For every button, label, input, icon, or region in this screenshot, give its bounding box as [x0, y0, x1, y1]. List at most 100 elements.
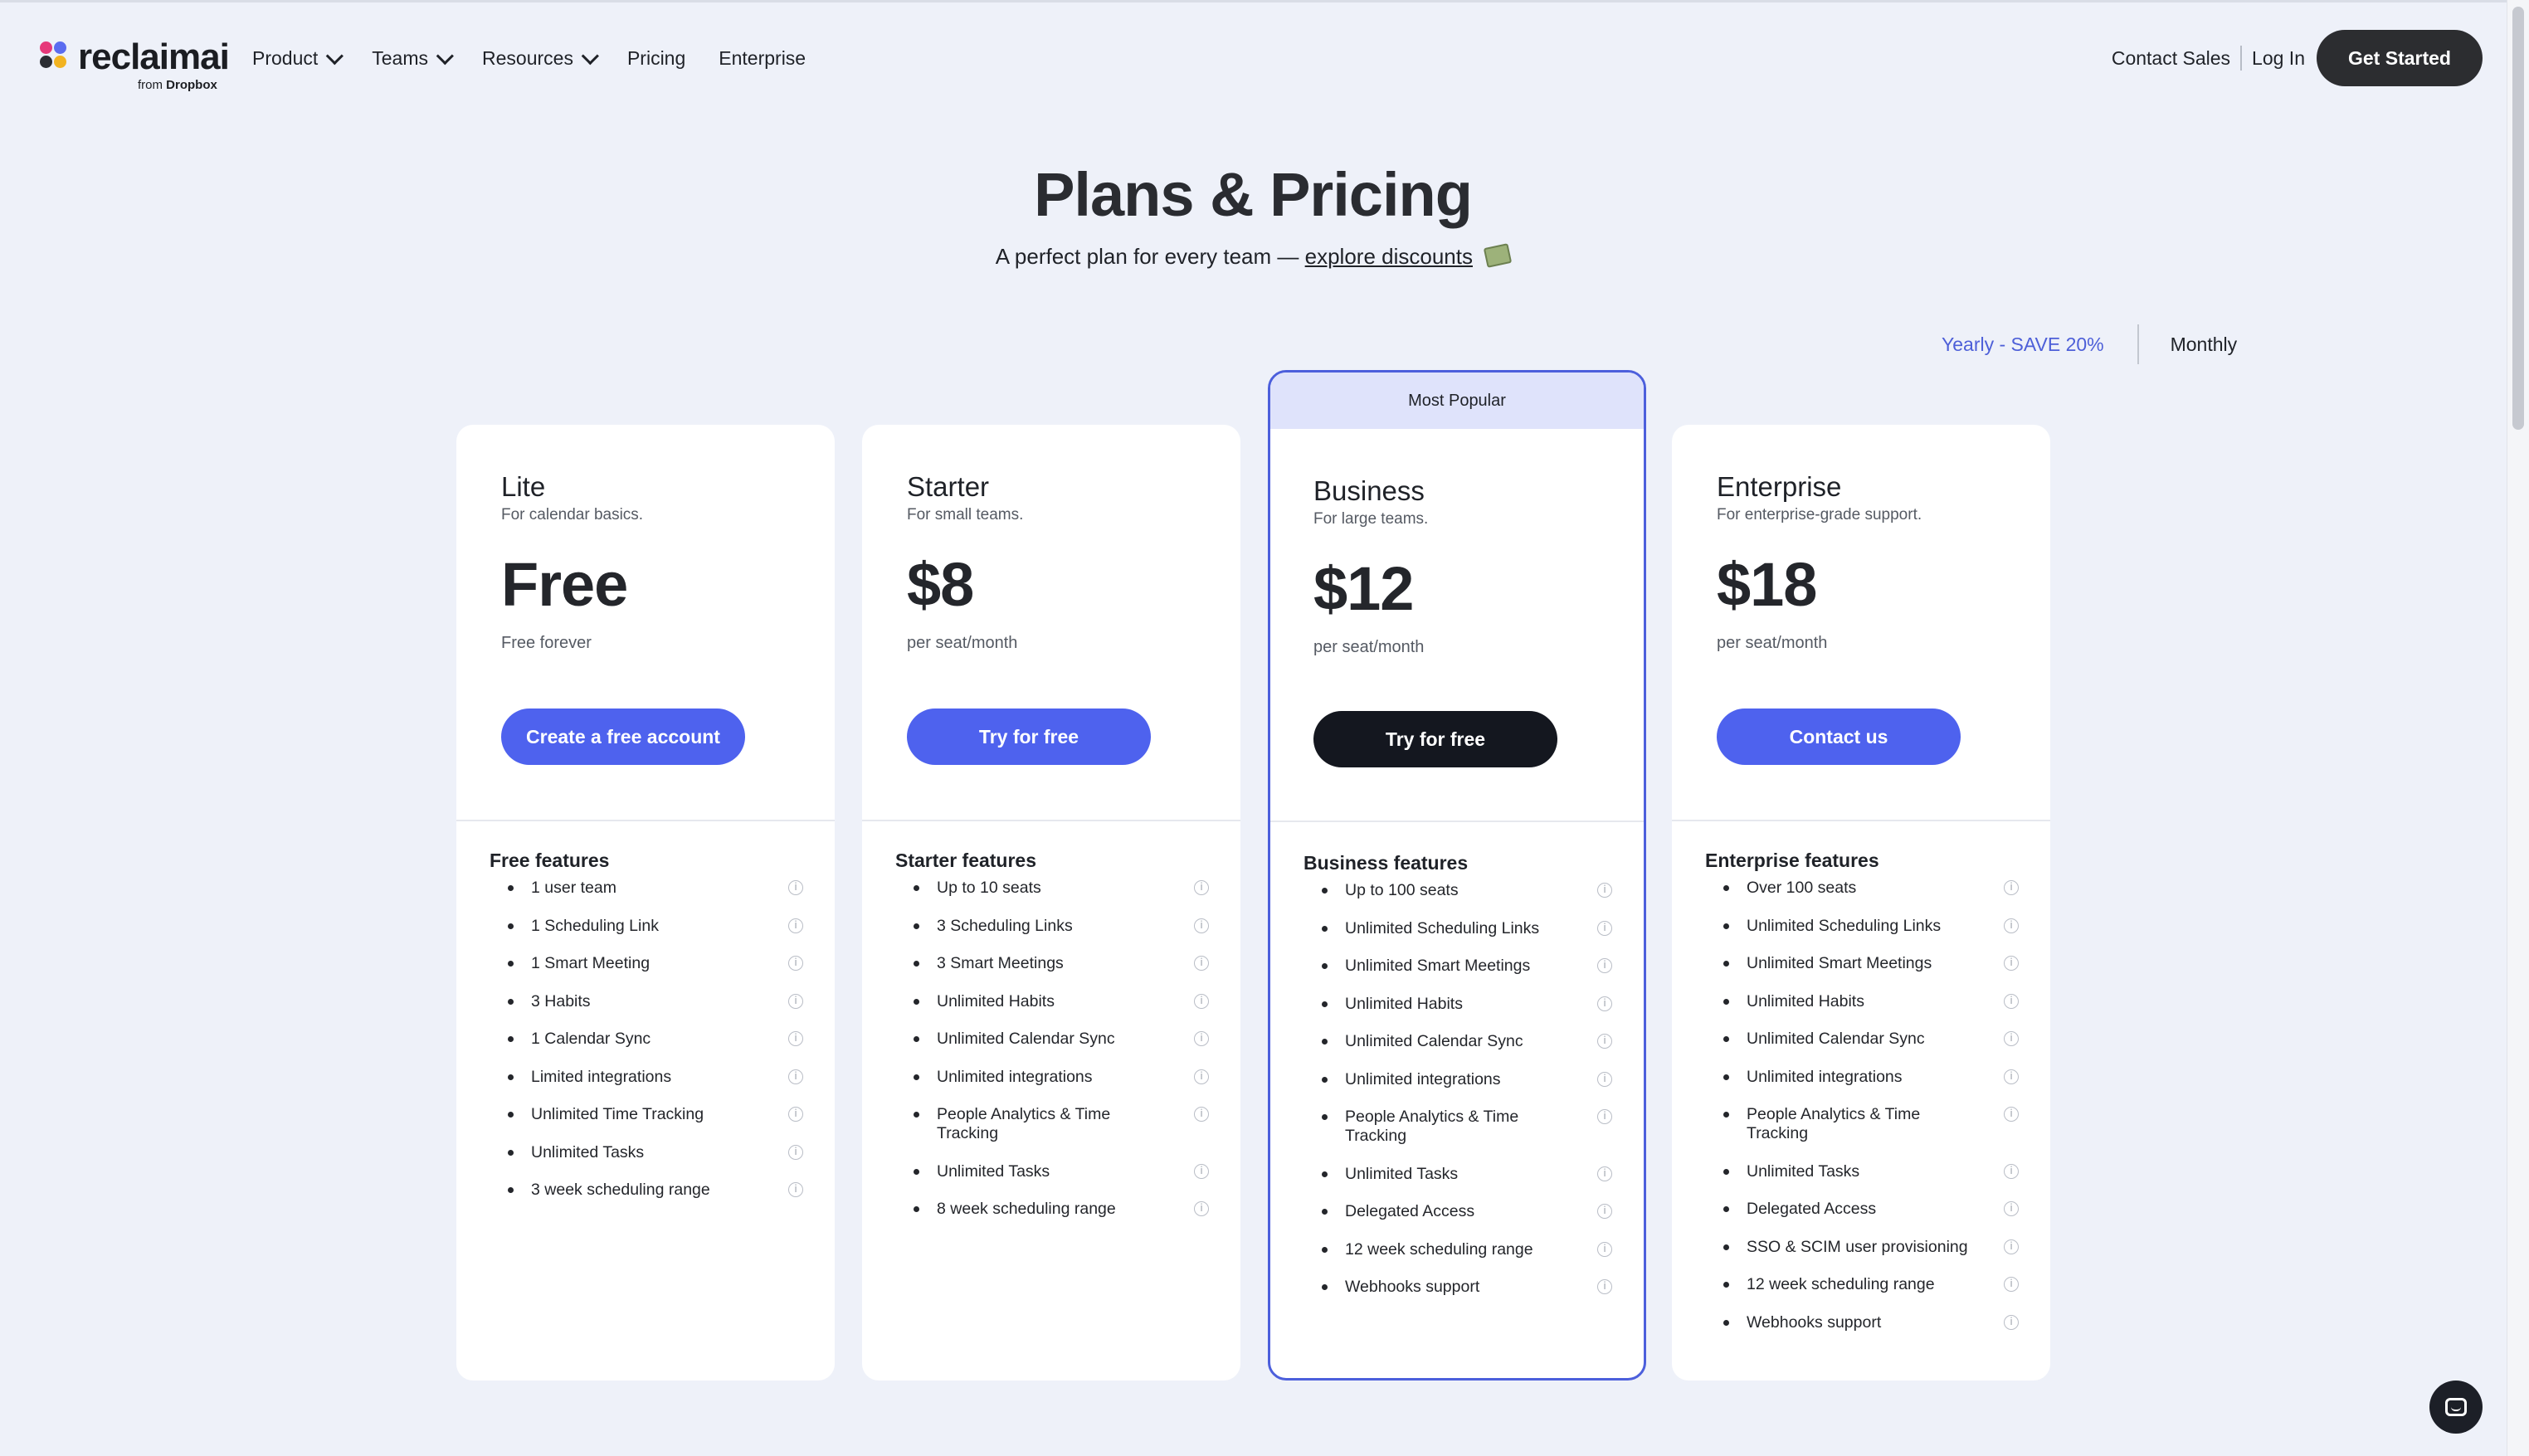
logo-sub-brand: Dropbox: [166, 78, 217, 92]
info-icon[interactable]: i: [2004, 993, 2019, 1009]
logo-subtitle: from Dropbox: [138, 78, 217, 92]
billing-yearly-option[interactable]: Yearly - SAVE 20%: [1942, 334, 2104, 356]
info-icon[interactable]: i: [1597, 1279, 1612, 1294]
feature-item: Unlimited Habits i: [895, 992, 1209, 1011]
info-icon[interactable]: i: [1194, 1031, 1209, 1046]
info-icon[interactable]: i: [2004, 1031, 2019, 1046]
info-icon[interactable]: i: [788, 1144, 803, 1160]
feature-label: 12 week scheduling range: [1747, 1275, 1935, 1293]
nav-enterprise-label: Enterprise: [719, 46, 806, 69]
logo-sub-prefix: from: [138, 78, 163, 92]
info-icon[interactable]: i: [2004, 956, 2019, 971]
nav-product[interactable]: Product: [252, 47, 344, 70]
create-free-account-button[interactable]: Create a free account: [501, 709, 745, 765]
billing-monthly-option[interactable]: Monthly: [2171, 334, 2238, 356]
get-started-button[interactable]: Get Started: [2317, 30, 2483, 86]
feature-item: Unlimited integrations i: [1303, 1070, 1612, 1089]
info-icon[interactable]: i: [1597, 958, 1612, 973]
feature-label: 12 week scheduling range: [1345, 1239, 1533, 1259]
feature-label: Unlimited integrations: [1345, 1069, 1501, 1088]
plan-price: $12: [1313, 554, 1414, 623]
chevron-down-icon: [581, 46, 599, 65]
feature-label: Unlimited Calendar Sync: [937, 1030, 1115, 1048]
log-in-link[interactable]: Log In: [2252, 47, 2305, 70]
info-icon[interactable]: i: [2004, 1069, 2019, 1084]
try-for-free-button[interactable]: Try for free: [907, 709, 1151, 765]
info-icon[interactable]: i: [2004, 918, 2019, 933]
feature-label: Unlimited integrations: [937, 1067, 1093, 1086]
nav-teams[interactable]: Teams: [372, 47, 454, 70]
info-icon[interactable]: i: [1597, 1109, 1612, 1124]
info-icon[interactable]: i: [1194, 1163, 1209, 1179]
nav-resources[interactable]: Resources: [482, 46, 599, 70]
feature-label: People Analytics & Time Tracking: [1747, 1105, 1921, 1142]
card-divider: [1270, 821, 1644, 822]
info-icon[interactable]: i: [2004, 1314, 2019, 1330]
feature-item: 12 week scheduling range i: [1303, 1240, 1612, 1259]
info-icon[interactable]: i: [1194, 1201, 1209, 1216]
scrollbar[interactable]: [2507, 0, 2529, 1456]
info-icon[interactable]: i: [788, 1069, 803, 1084]
feature-item: 1 Calendar Sync i: [490, 1030, 803, 1049]
plan-name: Enterprise: [1717, 471, 1842, 502]
info-icon[interactable]: i: [788, 918, 803, 933]
feature-item: People Analytics & Time Tracking i: [1303, 1108, 1612, 1146]
plan-description: For small teams.: [907, 506, 1024, 523]
info-icon[interactable]: i: [1597, 1071, 1612, 1087]
contact-sales-link[interactable]: Contact Sales: [2112, 47, 2230, 70]
info-icon[interactable]: i: [1597, 920, 1612, 936]
info-icon[interactable]: i: [788, 1031, 803, 1046]
feature-item: People Analytics & Time Tracking i: [1705, 1105, 2019, 1143]
feature-label: Unlimited Tasks: [531, 1142, 645, 1161]
info-icon[interactable]: i: [1194, 993, 1209, 1009]
try-for-free-button[interactable]: Try for free: [1313, 711, 1557, 767]
explore-discounts-link[interactable]: explore discounts: [1305, 244, 1473, 269]
feature-label: Up to 10 seats: [937, 879, 1041, 897]
feature-item: Unlimited Habits i: [1705, 992, 2019, 1011]
info-icon[interactable]: i: [1597, 1204, 1612, 1219]
info-icon[interactable]: i: [1597, 1166, 1612, 1181]
info-icon[interactable]: i: [2004, 1277, 2019, 1292]
info-icon[interactable]: i: [1597, 1034, 1612, 1049]
scrollbar-thumb[interactable]: [2512, 7, 2524, 430]
info-icon[interactable]: i: [1597, 883, 1612, 898]
info-icon[interactable]: i: [1194, 1107, 1209, 1122]
info-icon[interactable]: i: [788, 993, 803, 1009]
nav-pricing[interactable]: Pricing: [627, 47, 685, 70]
feature-item: Webhooks support i: [1303, 1278, 1612, 1297]
logo[interactable]: reclaimai from Dropbox: [40, 35, 239, 98]
feature-item: Up to 10 seats i: [895, 879, 1209, 898]
info-icon[interactable]: i: [788, 956, 803, 971]
plan-description: For enterprise-grade support.: [1717, 506, 1922, 523]
feature-label: People Analytics & Time Tracking: [937, 1105, 1111, 1142]
feature-label: 1 Scheduling Link: [531, 916, 659, 935]
info-icon[interactable]: i: [788, 1107, 803, 1122]
info-icon[interactable]: i: [1194, 1069, 1209, 1084]
info-icon[interactable]: i: [2004, 1163, 2019, 1179]
feature-label: Unlimited Scheduling Links: [1345, 918, 1540, 937]
info-icon[interactable]: i: [1597, 996, 1612, 1011]
nav-resources-label: Resources: [482, 46, 573, 69]
info-icon[interactable]: i: [2004, 1201, 2019, 1216]
feature-label: SSO & SCIM user provisioning: [1747, 1237, 1968, 1256]
feature-list: Starter features Up to 10 seats i 3 Schedu…: [895, 850, 1209, 1238]
info-icon[interactable]: i: [788, 1182, 803, 1197]
info-icon[interactable]: i: [1194, 880, 1209, 895]
info-icon[interactable]: i: [1597, 1241, 1612, 1257]
info-icon[interactable]: i: [2004, 1239, 2019, 1254]
feature-label: Unlimited Habits: [1747, 991, 1864, 1010]
contact-us-button[interactable]: Contact us: [1717, 709, 1961, 765]
info-icon[interactable]: i: [2004, 880, 2019, 895]
feature-label: 1 user team: [531, 879, 616, 897]
nav-pricing-label: Pricing: [626, 46, 686, 69]
feature-label: Up to 100 seats: [1345, 881, 1459, 899]
card-divider: [862, 820, 1240, 821]
feature-item: Up to 100 seats i: [1303, 881, 1612, 900]
nav-enterprise[interactable]: Enterprise: [719, 47, 806, 70]
info-icon[interactable]: i: [1194, 918, 1209, 933]
features-title: Enterprise features: [1705, 850, 1879, 871]
info-icon[interactable]: i: [788, 880, 803, 895]
info-icon[interactable]: i: [1194, 956, 1209, 971]
info-icon[interactable]: i: [2004, 1107, 2019, 1122]
chat-launcher-button[interactable]: [2429, 1381, 2483, 1434]
